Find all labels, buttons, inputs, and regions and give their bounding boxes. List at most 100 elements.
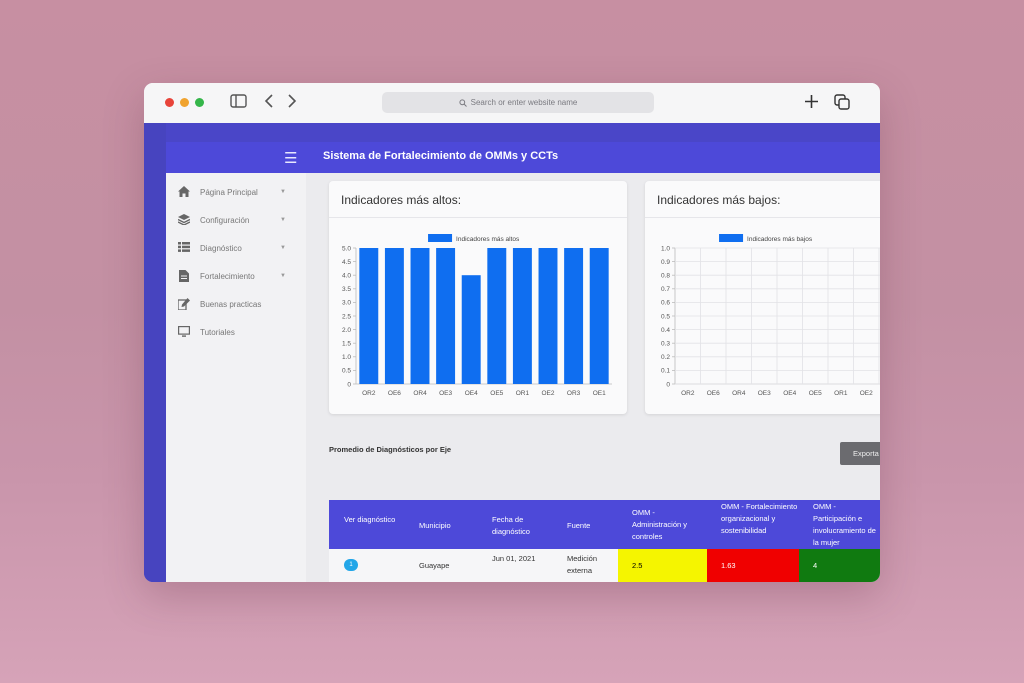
app-root: ☰ Sistema de Fortalecimiento de OMMs y C… [144,123,880,582]
table-header: Ver diagnóstico Municipio Fecha de diagn… [329,500,880,549]
layers-icon [177,214,191,226]
column-header-municipio[interactable]: Municipio [419,520,479,532]
x-tick-label: OE4 [465,390,478,397]
cell-value: 4 [813,561,818,570]
y-tick-label: 0.5 [661,313,670,320]
x-tick-label: OR3 [567,390,581,397]
app-title: Sistema de Fortalecimiento de OMMs y CCT… [323,150,559,162]
x-tick-label: OE2 [860,390,873,397]
export-button-label: Exporta [853,449,879,458]
new-tab-icon[interactable] [804,94,819,114]
sidebar-item-label: Configuración [200,215,250,225]
y-tick-label: 1.5 [342,341,351,348]
x-tick-label: OR4 [732,390,746,397]
bar-OR4[interactable] [410,248,430,384]
bar-OE2[interactable] [538,248,558,384]
x-tick-label: OR1 [834,390,848,397]
document-icon [178,270,190,282]
maximize-window-button[interactable] [195,98,204,107]
legend-swatch [428,234,453,242]
legend-swatch [719,234,744,242]
x-tick-label: OE4 [783,390,796,397]
tabs-overview-icon[interactable] [834,94,850,115]
chart-indicadores-altos: Indicadores más altos 0 0.5 1.0 1.5 2.0 2.5 3.0… [342,234,612,397]
monitor-icon [178,326,191,338]
column-header-omm-participacion[interactable]: OMM - Participación e involucramiento de… [813,501,879,549]
sidebar-item-label: Diagnóstico [200,243,242,253]
menu-toggle-icon[interactable]: ☰ [284,149,297,167]
edit-icon [177,298,190,311]
sidebar-item-pagina-principal[interactable]: Página Principal ▼ [166,181,306,203]
minimize-window-button[interactable] [180,98,189,107]
y-tick-label: 0.1 [661,368,670,375]
column-header-fecha[interactable]: Fecha de diagnóstico [492,514,552,538]
bar-OE6[interactable] [384,248,404,384]
y-tick-label: 0.5 [342,368,351,375]
sidebar-item-fortalecimiento[interactable]: Fortalecimiento ▼ [166,265,306,287]
sidebar-item-label: Página Principal [200,187,258,197]
y-tick-label: 2.0 [342,327,351,334]
column-header-ver[interactable]: Ver diagnóstico [344,514,404,526]
sidebar-item-diagnostico[interactable]: Diagnóstico ▼ [166,237,306,259]
bar-OE1[interactable] [589,248,609,384]
cell-omm-fortalecimiento: 1.63 [707,549,799,582]
view-diagnostic-button[interactable]: 1 [344,559,358,571]
address-bar[interactable]: Search or enter website name [382,92,654,113]
y-tick-label: 0 [347,381,351,388]
x-tick-label: OR1 [516,390,530,397]
x-tick-label: OE3 [439,390,452,397]
sidebar-item-buenas-practicas[interactable]: Buenas practicas [166,293,306,315]
sidebar-item-configuracion[interactable]: Configuración ▼ [166,209,306,231]
y-tick-label: 5.0 [342,245,351,252]
y-tick-label: 3.5 [342,286,351,293]
chevron-down-icon: ▼ [280,217,286,223]
x-tick-label: OE2 [541,390,554,397]
x-tick-label: OE1 [593,390,606,397]
export-button[interactable]: Exporta [840,442,880,465]
bar-OR2[interactable] [359,248,379,384]
bar-OE4[interactable] [461,275,481,384]
column-header-omm-administracion[interactable]: OMM - Administración y controles [632,507,702,543]
y-tick-label: 0.4 [661,327,670,334]
column-header-omm-fortalecimiento[interactable]: OMM - Fortalecimiento organizacional y s… [721,501,799,537]
back-icon[interactable] [264,94,274,113]
bar-OR3[interactable] [564,248,584,384]
sidebar-toggle-icon[interactable] [230,94,247,113]
bar-OE3[interactable] [436,248,456,384]
x-tick-label: OR4 [413,390,427,397]
y-tick-label: 0.6 [661,300,670,307]
column-header-fuente[interactable]: Fuente [567,520,617,532]
app-side-rail [144,123,166,582]
y-tick-label: 0.9 [661,259,670,266]
browser-toolbar: Search or enter website name [144,83,880,124]
legend-label: Indicadores más bajos [747,236,813,243]
y-tick-label: 0.3 [661,341,670,348]
sidebar: Página Principal ▼ Configuración ▼ Diagn… [166,173,306,582]
table-row: 1 Guayape Jun 01, 2021 Medición externa … [329,549,880,582]
main-content: Indicadores más altos: Indicadores más a… [306,173,880,582]
search-icon [459,98,467,107]
cell-value: 1.63 [721,561,736,570]
y-tick-label: 4.5 [342,259,351,266]
y-tick-label: 3.0 [342,300,351,307]
bar-OE5[interactable] [487,248,507,384]
forward-icon[interactable] [287,94,297,113]
x-tick-label: OE5 [809,390,822,397]
home-icon [178,186,190,198]
cell-omm-participacion: 4 [799,549,880,582]
chevron-down-icon: ▼ [280,189,286,195]
x-tick-label: OE5 [490,390,503,397]
sidebar-item-label: Fortalecimiento [200,271,255,281]
x-tick-label: OE6 [388,390,401,397]
app-header: ☰ Sistema de Fortalecimiento de OMMs y C… [166,142,880,173]
list-icon [178,242,190,254]
close-window-button[interactable] [165,98,174,107]
y-tick-label: 4.0 [342,273,351,280]
x-tick-label: OR2 [362,390,376,397]
chevron-down-icon: ▼ [280,273,286,279]
address-placeholder: Search or enter website name [470,98,578,107]
cell-value: 2.5 [632,561,643,570]
sidebar-item-tutoriales[interactable]: Tutoriales [166,321,306,343]
bar-OR1[interactable] [512,248,532,384]
y-tick-label: 1.0 [342,354,351,361]
